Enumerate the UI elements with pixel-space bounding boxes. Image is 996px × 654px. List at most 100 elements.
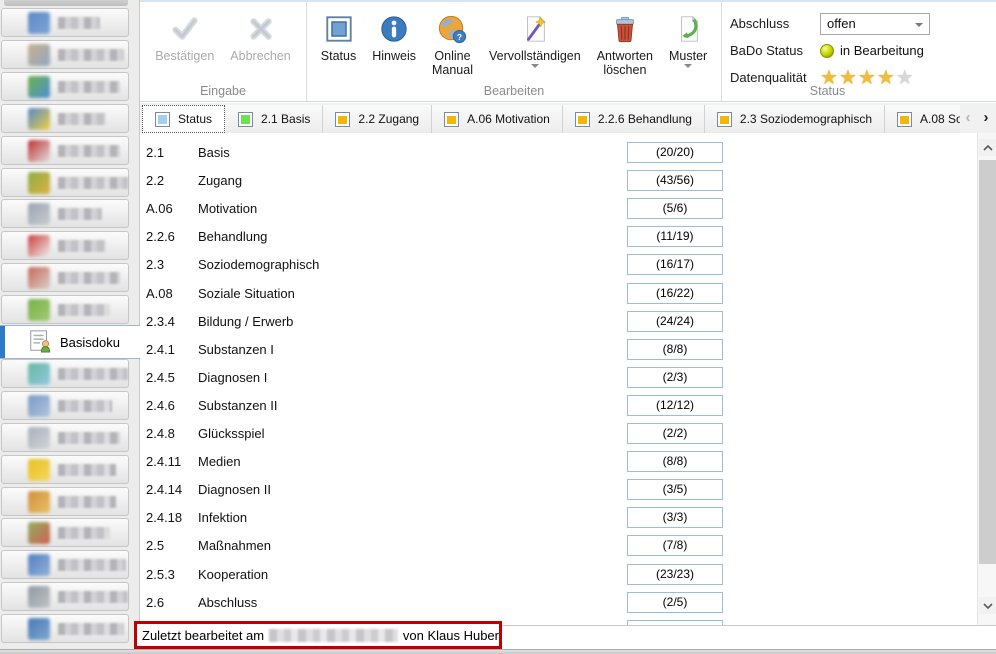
table-row[interactable]: 2.2.6Behandlung(11/19) [140, 226, 956, 254]
table-row[interactable]: 2.4.11Medien(8/8) [140, 451, 956, 479]
sidebar-item-redacted[interactable] [1, 582, 129, 611]
progress-value: (3/3) [628, 508, 722, 527]
table-row[interactable]: A.08Soziale Situation(16/22) [140, 283, 956, 311]
sidebar-item-redacted[interactable] [1, 8, 129, 37]
button-label: Antwortenlöschen [597, 49, 653, 78]
sidebar-item-redacted[interactable] [1, 614, 129, 643]
section-code: 2.4.14 [146, 479, 182, 500]
scrollbar-thumb[interactable] [979, 160, 996, 564]
sidebar-item-redacted[interactable] [1, 423, 129, 452]
svg-text:?: ? [457, 32, 462, 42]
table-row[interactable]: 2.3.4Bildung / Erwerb(24/24) [140, 311, 956, 339]
scroll-down-icon[interactable] [979, 597, 996, 614]
group-caption: Eingabe [140, 84, 306, 98]
sidebar-scroll-up[interactable] [4, 0, 128, 6]
tab-scroll-right-icon[interactable]: › [979, 107, 993, 127]
table-row[interactable]: 2.5.3Kooperation(23/23) [140, 564, 956, 592]
redacted-label [58, 81, 120, 93]
tab-a-08-sozia[interactable]: A.08 Sozia [885, 105, 960, 133]
sidebar-item-redacted[interactable] [1, 40, 129, 69]
redacted-icon [28, 522, 50, 544]
redacted-label [58, 240, 106, 252]
toolbar-group-status: AbschlussoffenBaDo Statusin BearbeitungD… [721, 2, 933, 101]
section-code: 2.3 [146, 254, 164, 275]
trash-icon [610, 12, 640, 46]
tab-2-3-soziodemographisch[interactable]: 2.3 Soziodemographisch [705, 105, 885, 133]
group-caption: Status [722, 84, 933, 98]
vertical-scrollbar[interactable] [977, 133, 996, 626]
table-row[interactable]: 2.4.6Substanzen II(12/12) [140, 395, 956, 423]
tab-2-2-6-behandlung[interactable]: 2.2.6 Behandlung [563, 105, 705, 133]
sidebar-item-redacted[interactable] [1, 487, 129, 516]
scroll-up-icon[interactable] [979, 139, 996, 156]
tab-2-1-basis[interactable]: 2.1 Basis [226, 105, 323, 133]
tab-scroll-left-icon[interactable]: ‹ [961, 107, 975, 127]
table-row[interactable]: 2.5Maßnahmen(7/8) [140, 535, 956, 563]
status-button[interactable]: Status [315, 10, 362, 65]
sidebar-item-basisdoku[interactable]: Basisdoku [0, 325, 140, 359]
status-value: in Bearbeitung [840, 43, 924, 58]
progress-bar: (3/3) [627, 507, 723, 528]
basisdoku-icon [28, 329, 52, 356]
sidebar-item-redacted[interactable] [1, 199, 129, 228]
muster-button[interactable]: Muster [663, 10, 713, 70]
table-row[interactable]: 2.1Basis(20/20) [140, 142, 956, 170]
table-row[interactable]: 2.4.8Glücksspiel(2/2) [140, 423, 956, 451]
table-row[interactable]: A.06Motivation(5/6) [140, 198, 956, 226]
section-code: 2.5.3 [146, 564, 175, 585]
antworten-löschen-button[interactable]: Antwortenlöschen [591, 10, 659, 80]
progress-bar: (23/23) [627, 564, 723, 585]
section-code: 2.2.6 [146, 226, 175, 247]
redacted-label [58, 177, 128, 189]
abbrechen-button[interactable]: Abbrechen [224, 10, 296, 65]
sidebar-item-redacted[interactable] [1, 359, 129, 388]
redacted-icon [28, 44, 50, 66]
section-code: 2.3.4 [146, 311, 175, 332]
sidebar-item-redacted[interactable] [1, 104, 129, 133]
section-code: 2.6 [146, 592, 164, 613]
hinweis-button[interactable]: Hinweis [366, 10, 422, 65]
table-row[interactable]: 2.2Zugang(43/56) [140, 170, 956, 198]
wand-icon [520, 12, 550, 46]
sidebar-item-redacted[interactable] [1, 72, 129, 101]
sidebar-item-redacted[interactable] [1, 168, 129, 197]
info-icon [379, 12, 409, 46]
section-label: Substanzen II [198, 395, 278, 416]
field-label: Datenqualität [730, 70, 814, 85]
table-row[interactable]: 2.4.1Substanzen I(8/8) [140, 339, 956, 367]
sidebar-item-redacted[interactable] [1, 550, 129, 579]
status-field-abschluss: Abschlussoffen [730, 12, 933, 35]
table-row[interactable]: 2.6 Abschluss (2/5) [140, 592, 956, 620]
sidebar-item-redacted[interactable] [1, 518, 129, 547]
table-row[interactable]: 2.4.14Diagnosen II(3/5) [140, 479, 956, 507]
section-label: Behandlung [198, 226, 267, 247]
chevron-down-icon [915, 23, 923, 27]
sidebar-item-redacted[interactable] [1, 455, 129, 484]
sidebar-item-redacted[interactable] [1, 391, 129, 420]
sidebar-item-redacted[interactable] [1, 136, 129, 165]
progress-value: (2/5) [628, 593, 722, 612]
online-manual-button[interactable]: ?OnlineManual [426, 10, 479, 80]
tab-label: 2.2 Zugang [358, 112, 419, 126]
redacted-label [58, 49, 124, 61]
table-row[interactable]: 2.3Soziodemographisch(16/17) [140, 254, 956, 282]
section-label: Abschluss [198, 592, 257, 613]
table-row[interactable]: 2.4.5Diagnosen I(2/3) [140, 367, 956, 395]
button-label: Status [321, 49, 356, 63]
vervollständigen-button[interactable]: Vervollständigen [483, 10, 587, 70]
redacted-icon [28, 172, 50, 194]
tab-status[interactable]: Status [142, 105, 225, 133]
table-row[interactable]: 2.4.18Infektion(3/3) [140, 507, 956, 535]
redacted-icon [28, 299, 50, 321]
sidebar: Basisdoku [0, 0, 140, 654]
abschluss-select[interactable]: offen [820, 13, 930, 35]
sidebar-item-redacted[interactable] [1, 231, 129, 260]
progress-value: (23/23) [628, 565, 722, 584]
bestätigen-button[interactable]: Bestätigen [149, 10, 220, 65]
tab-2-2-zugang[interactable]: 2.2 Zugang [323, 105, 432, 133]
section-code: 2.4.8 [146, 423, 175, 444]
sidebar-item-redacted[interactable] [1, 295, 129, 324]
sidebar-item-redacted[interactable] [1, 263, 129, 292]
redacted-icon [28, 459, 50, 481]
tab-a-06-motivation[interactable]: A.06 Motivation [432, 105, 563, 133]
